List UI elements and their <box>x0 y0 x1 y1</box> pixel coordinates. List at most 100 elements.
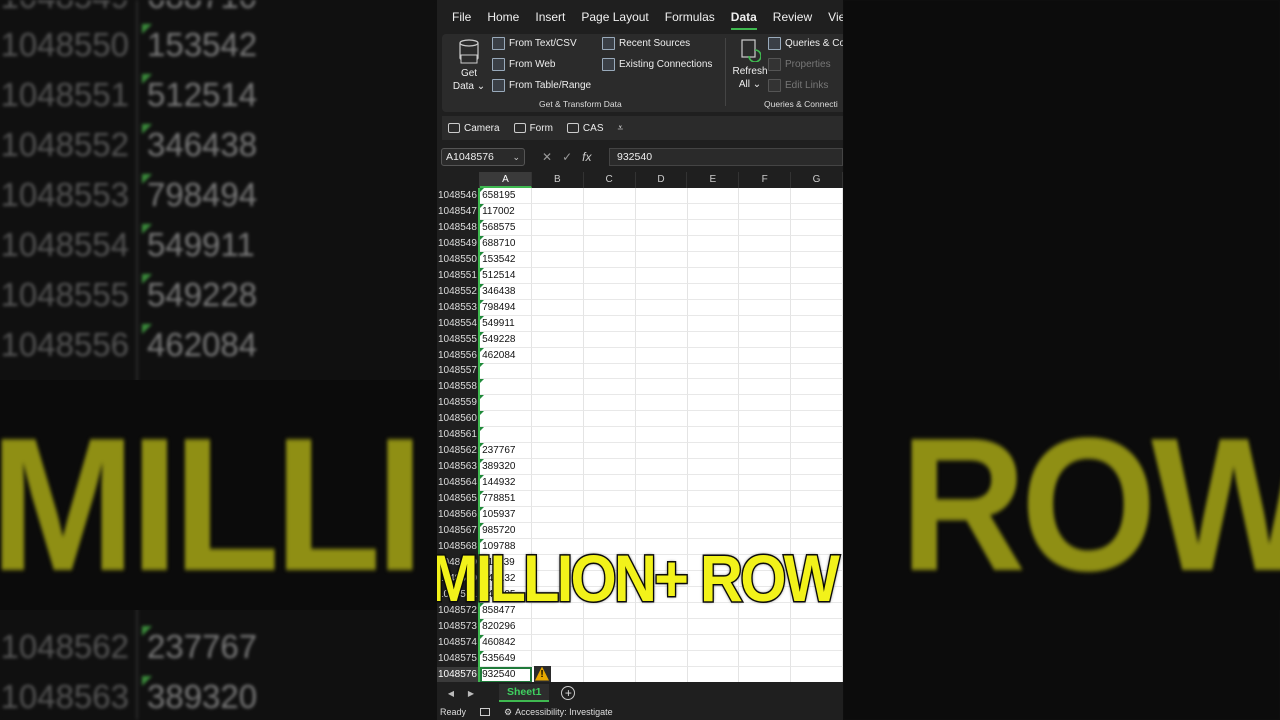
cell[interactable] <box>791 634 843 651</box>
row-number[interactable]: 1048551 <box>437 267 481 284</box>
cell-a[interactable]: 535649 <box>480 650 532 667</box>
cell[interactable] <box>635 331 688 348</box>
row-number[interactable]: 1048554 <box>437 315 481 332</box>
row-number[interactable]: 1048552 <box>437 283 481 300</box>
cell[interactable] <box>531 363 584 380</box>
cell-a[interactable]: 549228 <box>480 331 532 348</box>
cell[interactable] <box>635 507 688 523</box>
cell[interactable] <box>791 363 843 380</box>
from-text-csv-button[interactable]: From Text/CSV <box>492 37 577 50</box>
menu-insert[interactable]: Insert <box>535 10 565 24</box>
row-number[interactable]: 1048556 <box>437 347 481 364</box>
cell[interactable] <box>531 379 584 396</box>
cell[interactable] <box>531 522 584 539</box>
cell[interactable] <box>583 379 636 396</box>
cell[interactable] <box>635 650 688 667</box>
cell[interactable] <box>687 443 740 460</box>
cell[interactable] <box>791 203 843 220</box>
cell[interactable] <box>739 299 792 316</box>
cell[interactable] <box>687 666 740 682</box>
cell[interactable] <box>791 299 843 316</box>
cell[interactable] <box>531 650 584 667</box>
row-number[interactable]: 1048563 <box>437 459 481 476</box>
cell[interactable] <box>687 634 740 651</box>
cell[interactable] <box>583 634 636 651</box>
select-all-corner[interactable] <box>437 172 481 188</box>
form-button[interactable]: Form <box>513 123 553 134</box>
cell[interactable] <box>531 267 584 284</box>
cell[interactable] <box>791 522 843 539</box>
cell-a[interactable]: 144932 <box>480 475 532 492</box>
menu-page-layout[interactable]: Page Layout <box>581 10 648 24</box>
row-number[interactable]: 1048562 <box>437 443 481 460</box>
cell[interactable] <box>791 650 843 667</box>
formula-input[interactable]: 932540 <box>609 148 843 166</box>
cell[interactable] <box>635 315 688 332</box>
cell[interactable] <box>739 522 792 539</box>
column-header-b[interactable]: B <box>532 172 584 188</box>
cell[interactable] <box>583 219 636 236</box>
cell[interactable] <box>583 507 636 523</box>
cell[interactable] <box>531 299 584 316</box>
menu-home[interactable]: Home <box>487 10 519 24</box>
cas-button[interactable]: CAS <box>566 123 603 134</box>
cell[interactable] <box>687 347 740 364</box>
row-number[interactable]: 1048565 <box>437 491 481 508</box>
cell[interactable] <box>687 331 740 348</box>
cell[interactable] <box>687 188 740 204</box>
cell[interactable] <box>531 315 584 332</box>
error-indicator-button[interactable]: ! <box>534 665 551 682</box>
row-number[interactable]: 1048549 <box>437 235 481 252</box>
cell[interactable] <box>739 666 792 682</box>
cell[interactable] <box>635 203 688 220</box>
cell[interactable] <box>583 650 636 667</box>
cell[interactable] <box>739 188 792 204</box>
cell[interactable] <box>739 395 792 412</box>
cell[interactable] <box>791 315 843 332</box>
cell-a[interactable]: 346438 <box>480 283 532 300</box>
cell[interactable] <box>531 475 584 492</box>
menu-review[interactable]: Review <box>773 10 812 24</box>
column-header-a[interactable]: A <box>480 172 532 188</box>
cell[interactable] <box>791 267 843 284</box>
cell[interactable] <box>583 347 636 364</box>
cell[interactable] <box>791 443 843 460</box>
cell[interactable] <box>791 491 843 508</box>
cell[interactable] <box>531 411 584 428</box>
cell[interactable] <box>531 347 584 364</box>
row-number[interactable]: 1048548 <box>437 219 481 236</box>
cell[interactable] <box>635 219 688 236</box>
cell[interactable] <box>791 427 843 444</box>
name-box[interactable]: A1048576 ⌄ <box>441 148 525 166</box>
cell[interactable] <box>687 235 740 252</box>
cell[interactable] <box>635 634 688 651</box>
row-number[interactable]: 1048547 <box>437 203 481 220</box>
cell[interactable] <box>687 251 740 268</box>
row-number[interactable]: 1048555 <box>437 331 481 348</box>
cell[interactable] <box>687 299 740 316</box>
column-header-c[interactable]: C <box>584 172 636 188</box>
cell-a[interactable]: 798494 <box>480 299 532 316</box>
cell[interactable] <box>687 267 740 284</box>
cell[interactable] <box>635 491 688 508</box>
menu-data[interactable]: Data <box>730 10 757 30</box>
row-number[interactable]: 1048573 <box>437 618 481 635</box>
cell[interactable] <box>583 251 636 268</box>
cell-a[interactable] <box>480 411 532 428</box>
fx-icon[interactable]: fx <box>582 150 591 164</box>
cell[interactable] <box>687 491 740 508</box>
cell[interactable] <box>635 395 688 412</box>
cell[interactable] <box>739 379 792 396</box>
cell[interactable] <box>635 379 688 396</box>
cell[interactable] <box>583 475 636 492</box>
cell-a[interactable]: 568575 <box>480 219 532 236</box>
row-number[interactable]: 1048575 <box>437 650 481 667</box>
cell[interactable] <box>739 283 792 300</box>
cell[interactable] <box>739 331 792 348</box>
cell[interactable] <box>739 475 792 492</box>
properties-button[interactable]: Properties <box>768 58 831 71</box>
row-number[interactable]: 1048546 <box>437 188 481 204</box>
cell[interactable] <box>583 411 636 428</box>
cell-a[interactable]: 462084 <box>480 347 532 364</box>
cell[interactable] <box>583 363 636 380</box>
